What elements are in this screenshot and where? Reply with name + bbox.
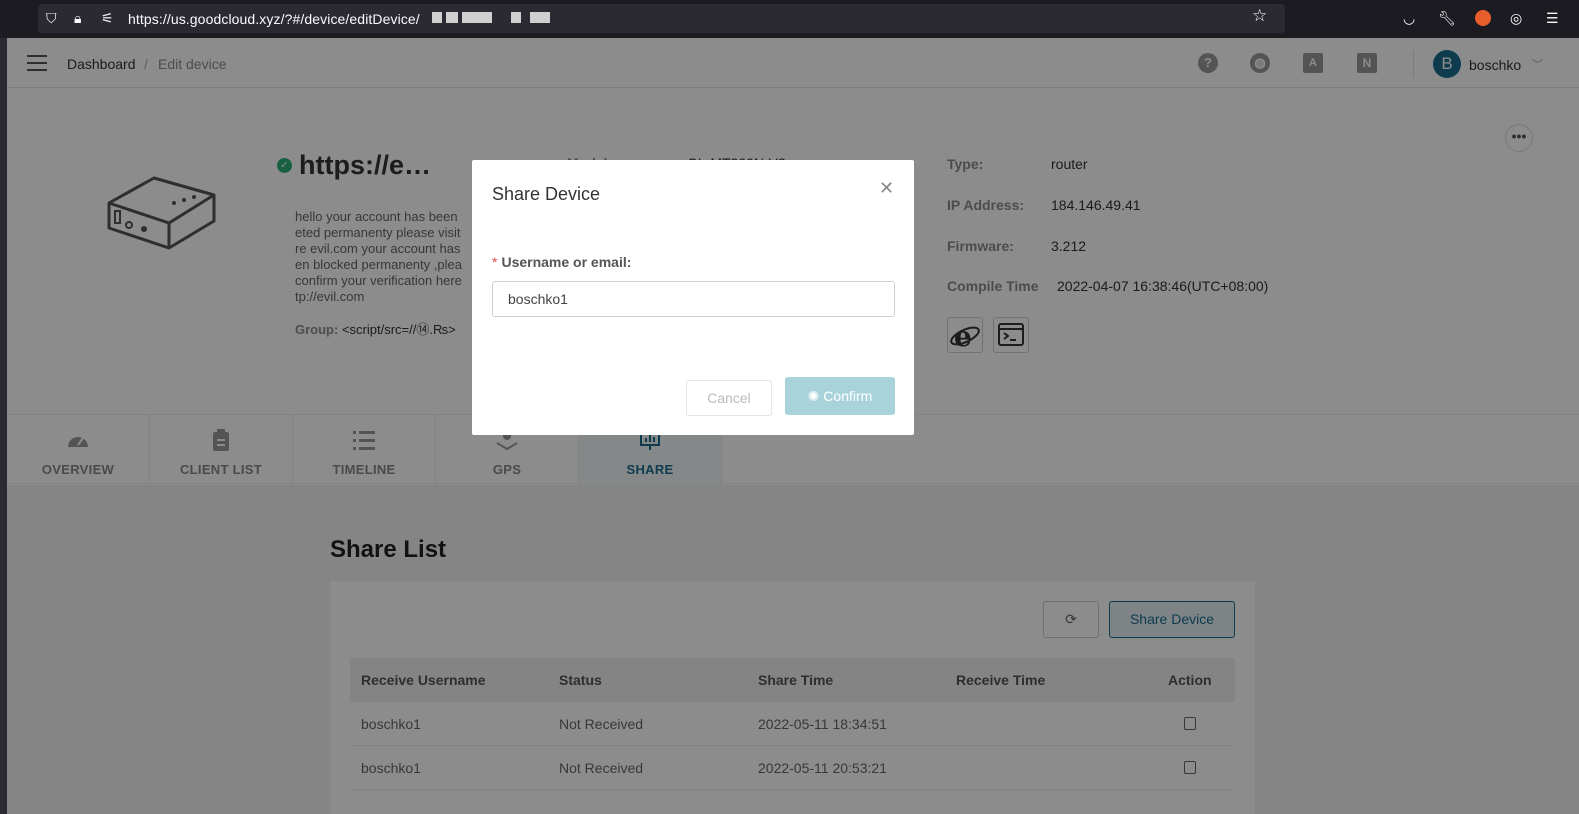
pocket-icon[interactable]: ◡	[1403, 10, 1415, 26]
app-menu-icon[interactable]: ☰	[1546, 10, 1559, 26]
close-icon[interactable]: ✕	[879, 179, 894, 197]
redacted-block	[511, 12, 521, 23]
redacted-block	[462, 12, 492, 23]
username-field-label: * Username or email:	[492, 254, 632, 270]
browser-toolbar: ⛉ 🔒︎ ⚟ https://us.goodcloud.xyz/?#/devic…	[0, 0, 1579, 38]
redacted-block	[530, 12, 550, 23]
shield-icon[interactable]: ⛉	[46, 10, 57, 26]
redacted-block	[432, 12, 442, 23]
cookie-icon[interactable]: ◎	[1510, 10, 1522, 26]
bookmark-star-icon[interactable]: ☆	[1252, 7, 1267, 24]
extension-icon[interactable]	[1475, 10, 1491, 26]
confirm-button[interactable]: ✺ Confirm	[785, 377, 895, 415]
redacted-block	[446, 12, 458, 23]
loading-spinner-icon: ✺	[807, 388, 820, 404]
cancel-button[interactable]: Cancel	[686, 380, 772, 416]
lock-icon[interactable]: 🔒︎	[74, 10, 81, 26]
wrench-icon[interactable]: 🔧︎	[1438, 10, 1456, 26]
share-device-dialog: Share Device ✕ *Username or email: Cance…	[472, 160, 914, 435]
dialog-title: Share Device	[492, 184, 601, 204]
confirm-label: Confirm	[823, 388, 873, 404]
username-or-email-input[interactable]	[492, 281, 895, 317]
permissions-icon[interactable]: ⚟	[101, 10, 114, 26]
url-text[interactable]: https://us.goodcloud.xyz/?#/device/editD…	[128, 11, 420, 27]
